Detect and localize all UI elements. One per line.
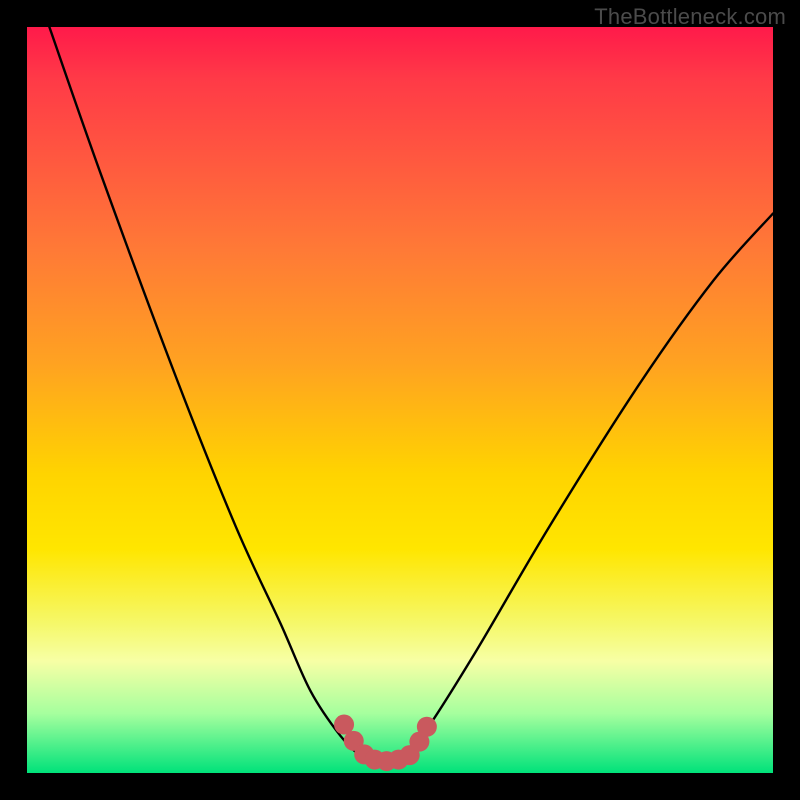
chart-plot-area — [27, 27, 773, 773]
highlight-dot — [417, 717, 437, 737]
chart-frame: TheBottleneck.com — [0, 0, 800, 800]
bottleneck-curve-path — [49, 27, 773, 766]
highlight-dots-group — [334, 715, 437, 772]
chart-svg — [27, 27, 773, 773]
watermark-text: TheBottleneck.com — [594, 4, 786, 30]
